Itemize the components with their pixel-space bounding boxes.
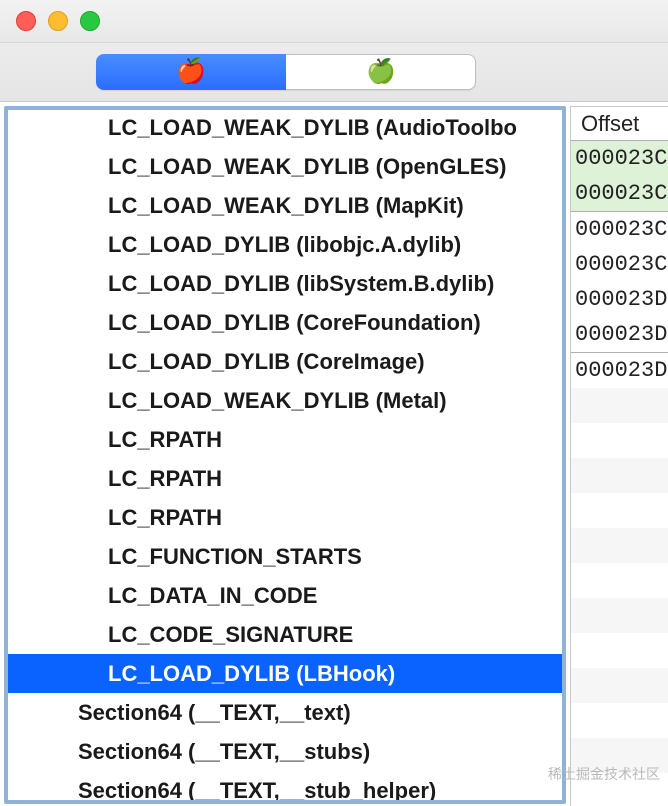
offset-cell[interactable]: 000023C xyxy=(571,176,668,212)
empty-cell xyxy=(571,528,668,563)
outline-row[interactable]: LC_LOAD_WEAK_DYLIB (AudioToolbo xyxy=(8,108,562,147)
main-body: LC_LOAD_WEAK_DYLIB (AudioToolboLC_LOAD_W… xyxy=(0,102,668,806)
outline-row[interactable]: LC_LOAD_DYLIB (CoreImage) xyxy=(8,342,562,381)
offset-cell[interactable]: 000023C xyxy=(571,247,668,282)
outline-row[interactable]: LC_LOAD_WEAK_DYLIB (Metal) xyxy=(8,381,562,420)
empty-cell xyxy=(571,493,668,528)
empty-cell xyxy=(571,423,668,458)
segmented-control: 🍎 🍏 xyxy=(96,54,476,90)
outline-row[interactable]: LC_LOAD_WEAK_DYLIB (OpenGLES) xyxy=(8,147,562,186)
outline-row[interactable]: LC_DATA_IN_CODE xyxy=(8,576,562,615)
offset-cell[interactable]: 000023D xyxy=(571,282,668,317)
outline-row[interactable]: LC_RPATH xyxy=(8,498,562,537)
outline-row[interactable]: LC_LOAD_DYLIB (libobjc.A.dylib) xyxy=(8,225,562,264)
outline-row[interactable]: Section64 (__TEXT,__text) xyxy=(8,693,562,732)
empty-cell xyxy=(571,668,668,703)
offset-cell[interactable]: 000023C xyxy=(571,212,668,247)
zoom-button[interactable] xyxy=(80,11,100,31)
detail-panel: Offset 000023C000023C000023C000023C00002… xyxy=(570,106,668,806)
minimize-button[interactable] xyxy=(48,11,68,31)
titlebar xyxy=(0,0,668,43)
column-header-offset[interactable]: Offset xyxy=(571,107,668,141)
window-controls xyxy=(16,11,100,31)
outline-row[interactable]: LC_RPATH xyxy=(8,420,562,459)
toolbar: 🍎 🍏 xyxy=(0,43,668,102)
close-button[interactable] xyxy=(16,11,36,31)
empty-cell xyxy=(571,563,668,598)
apple-dark-icon: 🍏 xyxy=(366,60,396,84)
outline-panel[interactable]: LC_LOAD_WEAK_DYLIB (AudioToolboLC_LOAD_W… xyxy=(4,106,566,804)
outline-row[interactable]: LC_LOAD_DYLIB (LBHook) xyxy=(8,654,562,693)
segment-right[interactable]: 🍏 xyxy=(286,54,476,90)
empty-cell xyxy=(571,633,668,668)
empty-cell xyxy=(571,458,668,493)
outline-row[interactable]: Section64 (__TEXT,__stub_helper) xyxy=(8,771,562,804)
empty-cell xyxy=(571,738,668,773)
empty-cell xyxy=(571,703,668,738)
outline-row[interactable]: LC_LOAD_DYLIB (libSystem.B.dylib) xyxy=(8,264,562,303)
outline-row[interactable]: LC_CODE_SIGNATURE xyxy=(8,615,562,654)
empty-cell xyxy=(571,773,668,806)
empty-cell xyxy=(571,598,668,633)
outline-list: LC_LOAD_WEAK_DYLIB (AudioToolboLC_LOAD_W… xyxy=(8,108,562,804)
outline-row[interactable]: LC_FUNCTION_STARTS xyxy=(8,537,562,576)
offset-cell[interactable]: 000023D xyxy=(571,353,668,388)
outline-row[interactable]: LC_RPATH xyxy=(8,459,562,498)
offset-cell[interactable]: 000023D xyxy=(571,317,668,353)
segment-left[interactable]: 🍎 xyxy=(96,54,286,90)
outline-row[interactable]: LC_LOAD_WEAK_DYLIB (MapKit) xyxy=(8,186,562,225)
offset-cell[interactable]: 000023C xyxy=(571,141,668,176)
apple-red-icon: 🍎 xyxy=(176,60,206,84)
empty-cell xyxy=(571,388,668,423)
offset-column: 000023C000023C000023C000023C000023D00002… xyxy=(571,141,668,806)
outline-row[interactable]: Section64 (__TEXT,__stubs) xyxy=(8,732,562,771)
outline-row[interactable]: LC_LOAD_DYLIB (CoreFoundation) xyxy=(8,303,562,342)
